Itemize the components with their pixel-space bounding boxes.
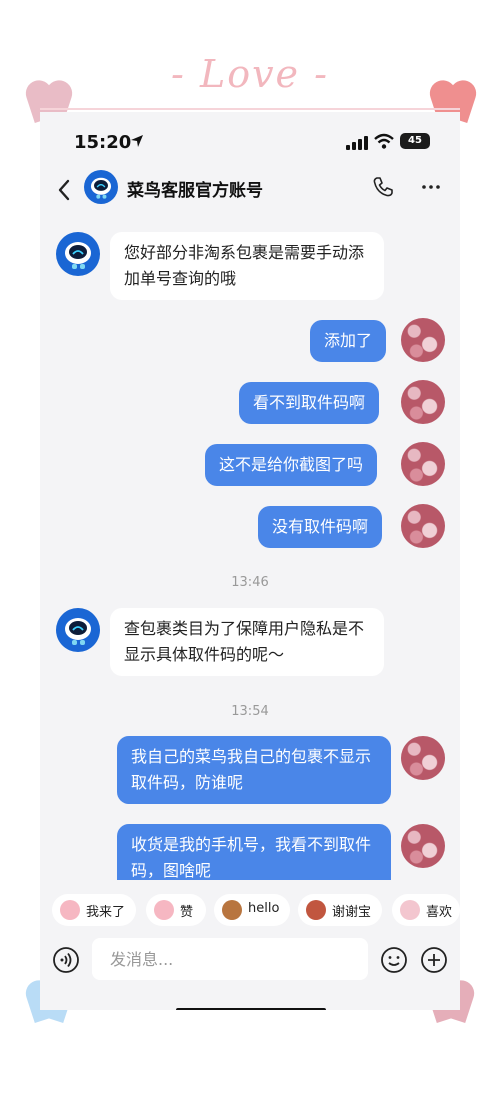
battery-level: 45 xyxy=(408,135,422,146)
message-bubble-incoming[interactable]: 您好部分非淘系包裹是需要手动添加单号查询的哦 xyxy=(110,232,384,300)
timestamp: 13:46 xyxy=(231,575,269,590)
message-bubble-incoming[interactable]: 查包裹类目为了保障用户隐私是不显示具体取件码的呢～ xyxy=(110,608,384,676)
robot-icon xyxy=(65,618,91,645)
bot-avatar[interactable] xyxy=(56,608,100,652)
user-avatar[interactable] xyxy=(401,442,445,486)
user-avatar[interactable] xyxy=(401,380,445,424)
location-arrow-icon xyxy=(131,135,143,147)
frame-top-line xyxy=(40,108,460,110)
account-avatar[interactable] xyxy=(84,170,118,204)
pig-emoji-icon xyxy=(60,900,80,920)
robot-icon xyxy=(90,177,112,199)
user-avatar[interactable] xyxy=(401,824,445,868)
phone-icon[interactable] xyxy=(372,176,394,198)
phone-screen: 15:20 45 菜鸟客服官方账号 您好部分非淘系包裹是需要手动添加单号查询的哦… xyxy=(40,112,460,1010)
plus-icon[interactable] xyxy=(420,946,448,974)
monkey-emoji-icon xyxy=(222,900,242,920)
user-avatar[interactable] xyxy=(401,318,445,362)
bot-avatar[interactable] xyxy=(56,232,100,276)
status-bar: 15:20 45 xyxy=(40,112,460,170)
more-icon[interactable] xyxy=(420,176,442,198)
quick-reply-chip[interactable]: 赞 xyxy=(146,894,206,926)
quick-reply-label: 喜欢 xyxy=(426,905,453,920)
chat-title: 菜鸟客服官方账号 xyxy=(127,181,263,201)
quick-reply-chip[interactable]: 喜欢 xyxy=(392,894,460,926)
emoji-icon[interactable] xyxy=(380,946,408,974)
message-bubble-outgoing[interactable]: 收货是我的手机号，我看不到取件码，图啥呢 xyxy=(117,824,391,880)
battery-icon: 45 xyxy=(400,133,430,149)
quick-reply-label: 谢谢宝 xyxy=(332,905,372,920)
quick-reply-chip[interactable]: hello xyxy=(214,894,290,926)
message-bubble-outgoing[interactable]: 这不是给你截图了吗 xyxy=(205,444,378,486)
quick-reply-label: hello xyxy=(248,901,280,916)
quick-reply-label: 我来了 xyxy=(86,905,126,920)
love-decoration-text: - Love - xyxy=(171,52,329,96)
quick-reply-chip[interactable]: 谢谢宝 xyxy=(298,894,382,926)
message-bubble-outgoing[interactable]: 我自己的菜鸟我自己的包裹不显示取件码，防谁呢 xyxy=(117,736,391,804)
home-indicator xyxy=(176,1008,326,1010)
timestamp: 13:54 xyxy=(231,704,269,719)
voice-icon[interactable] xyxy=(52,946,80,974)
chat-messages: 您好部分非淘系包裹是需要手动添加单号查询的哦 添加了 看不到取件码啊 这不是给你… xyxy=(40,210,460,880)
pig-emoji-icon xyxy=(400,900,420,920)
user-avatar[interactable] xyxy=(401,504,445,548)
status-time: 15:20 xyxy=(74,132,132,153)
message-bubble-outgoing[interactable]: 没有取件码啊 xyxy=(258,506,383,548)
chat-header: 菜鸟客服官方账号 xyxy=(40,170,460,210)
message-input-bar xyxy=(40,938,460,1010)
quick-reply-bar: 我来了 赞 hello 谢谢宝 喜欢 xyxy=(40,882,460,938)
user-avatar[interactable] xyxy=(401,736,445,780)
pig-emoji-icon xyxy=(154,900,174,920)
signal-icon xyxy=(346,136,368,150)
robot-icon xyxy=(65,242,91,269)
message-bubble-outgoing[interactable]: 添加了 xyxy=(310,320,387,362)
quick-reply-chip[interactable]: 我来了 xyxy=(52,894,136,926)
message-bubble-outgoing[interactable]: 看不到取件码啊 xyxy=(239,382,380,424)
wifi-icon xyxy=(374,133,394,149)
message-input[interactable] xyxy=(92,938,368,980)
monkey-emoji-icon xyxy=(306,900,326,920)
back-arrow-icon[interactable] xyxy=(56,178,72,202)
quick-reply-label: 赞 xyxy=(180,905,194,920)
